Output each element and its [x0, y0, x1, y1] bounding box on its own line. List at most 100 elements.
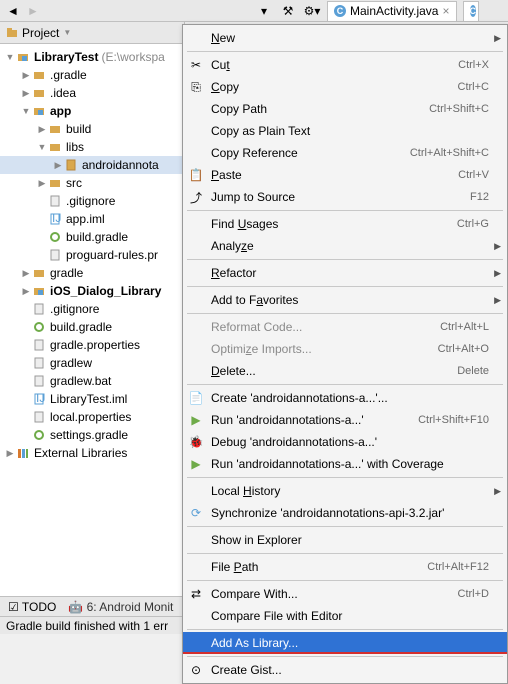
tree-item[interactable]: ▶build: [0, 120, 184, 138]
menu-reformat[interactable]: Reformat Code...Ctrl+Alt+L: [183, 316, 507, 338]
class-icon: C: [334, 5, 346, 17]
iml-icon: IJ: [32, 392, 46, 406]
menu-add-as-library[interactable]: Add As Library...: [183, 632, 507, 654]
folder-icon: [32, 266, 46, 280]
tree-label: libs: [66, 140, 84, 154]
editor-tab-label: MainActivity.java: [350, 4, 438, 18]
module-icon: [16, 50, 30, 64]
expand-icon[interactable]: ▼: [36, 141, 48, 153]
menu-file-path[interactable]: File PathCtrl+Alt+F12: [183, 556, 507, 578]
tree-item[interactable]: local.properties: [0, 408, 184, 426]
menu-copy-path[interactable]: Copy PathCtrl+Shift+C: [183, 98, 507, 120]
menu-separator: [187, 477, 503, 478]
tree-item[interactable]: gradlew.bat: [0, 372, 184, 390]
tree-item-ios[interactable]: ▶ iOS_Dialog_Library: [0, 282, 184, 300]
shortcut-label: F12: [470, 191, 489, 203]
menu-find-usages[interactable]: Find UsagesCtrl+G: [183, 213, 507, 235]
tree-label: .gitignore: [66, 194, 115, 208]
menu-copy-reference[interactable]: Copy ReferenceCtrl+Alt+Shift+C: [183, 142, 507, 164]
tree-label: androidannota: [82, 158, 159, 172]
svg-text:IJ: IJ: [52, 213, 61, 225]
expand-icon[interactable]: ▶: [36, 177, 48, 189]
close-icon[interactable]: ×: [442, 4, 449, 18]
menu-jump-source[interactable]: ⤴Jump to SourceF12: [183, 186, 507, 208]
menu-synchronize[interactable]: ⟳Synchronize 'androidannotations-api-3.2…: [183, 502, 507, 524]
menu-create[interactable]: 📄Create 'androidannotations-a...'...: [183, 387, 507, 409]
gear-icon[interactable]: ⚙▾: [303, 2, 321, 20]
tree-item[interactable]: ▶.gradle: [0, 66, 184, 84]
tree-item[interactable]: IJ LibraryTest.iml: [0, 390, 184, 408]
context-menu: New▶ ✂CutCtrl+X ⎘CopyCtrl+C Copy PathCtr…: [182, 24, 508, 684]
copy-icon: ⎘: [187, 78, 205, 96]
menu-new[interactable]: New▶: [183, 27, 507, 49]
menu-separator: [187, 553, 503, 554]
editor-tab-mainactivity[interactable]: C MainActivity.java ×: [327, 1, 457, 21]
panel-header[interactable]: Project ▼: [0, 22, 184, 44]
dropdown-icon[interactable]: ▼: [63, 28, 71, 37]
expand-icon[interactable]: ▶: [52, 159, 64, 171]
android-monitor-tab[interactable]: 🤖 6: Android Monit: [68, 600, 173, 614]
expand-icon[interactable]: ▶: [36, 123, 48, 135]
file-icon: [48, 248, 62, 262]
forward-button[interactable]: ►: [24, 2, 42, 20]
expand-icon[interactable]: ▶: [20, 285, 32, 297]
tree-item[interactable]: settings.gradle: [0, 426, 184, 444]
tree-label: .idea: [50, 86, 76, 100]
menu-debug[interactable]: 🐞Debug 'androidannotations-a...': [183, 431, 507, 453]
tree-item[interactable]: ▶ .idea: [0, 84, 184, 102]
tree-item[interactable]: proguard-rules.pr: [0, 246, 184, 264]
back-button[interactable]: ◄: [4, 2, 22, 20]
editor-tab-other[interactable]: C: [463, 1, 479, 21]
menu-separator: [187, 259, 503, 260]
expand-icon[interactable]: ▶: [20, 87, 32, 99]
expand-icon[interactable]: ▶: [4, 447, 16, 459]
tree-item[interactable]: gradle.properties: [0, 336, 184, 354]
tree-item[interactable]: .gitignore: [0, 300, 184, 318]
expand-icon[interactable]: ▼: [20, 105, 32, 117]
menu-paste[interactable]: 📋PasteCtrl+V: [183, 164, 507, 186]
expand-icon[interactable]: ▼: [4, 51, 16, 63]
menu-create-gist[interactable]: ⊙Create Gist...: [183, 659, 507, 681]
tree-label: gradle: [50, 266, 83, 280]
menu-compare-editor[interactable]: Compare File with Editor: [183, 605, 507, 627]
tree-item[interactable]: .gitignore: [0, 192, 184, 210]
tree-label: iOS_Dialog_Library: [50, 284, 161, 298]
tree-item-app[interactable]: ▼app: [0, 102, 184, 120]
tree-label: External Libraries: [34, 446, 127, 460]
menu-copy[interactable]: ⎘CopyCtrl+C: [183, 76, 507, 98]
tree-item[interactable]: gradlew: [0, 354, 184, 372]
menu-run[interactable]: ▶Run 'androidannotations-a...'Ctrl+Shift…: [183, 409, 507, 431]
tree-root[interactable]: ▼ LibraryTest (E:\workspa: [0, 48, 184, 66]
hammer-icon[interactable]: ⚒: [279, 2, 297, 20]
menu-cut[interactable]: ✂CutCtrl+X: [183, 54, 507, 76]
tree-item-selected[interactable]: ▶ androidannota: [0, 156, 184, 174]
menu-copy-plain[interactable]: Copy as Plain Text: [183, 120, 507, 142]
menu-local-history[interactable]: Local History▶: [183, 480, 507, 502]
menu-analyze[interactable]: Analyze▶: [183, 235, 507, 257]
tree-label: LibraryTest: [34, 50, 98, 64]
gradle-icon: [32, 428, 46, 442]
tree-item[interactable]: ▶ gradle: [0, 264, 184, 282]
tree-external[interactable]: ▶ External Libraries: [0, 444, 184, 462]
toolbar-icon[interactable]: ▾: [255, 2, 273, 20]
todo-tab[interactable]: ☑ TODO: [8, 600, 56, 614]
tree-item[interactable]: build.gradle: [0, 318, 184, 336]
tree-label: LibraryTest.iml: [50, 392, 127, 406]
menu-refactor[interactable]: Refactor▶: [183, 262, 507, 284]
folder-icon: [32, 68, 46, 82]
menu-coverage[interactable]: ▶Run 'androidannotations-a...' with Cove…: [183, 453, 507, 475]
tree-item[interactable]: build.gradle: [0, 228, 184, 246]
menu-favorites[interactable]: Add to Favorites▶: [183, 289, 507, 311]
tree-item[interactable]: IJapp.iml: [0, 210, 184, 228]
tree-item[interactable]: ▶src: [0, 174, 184, 192]
menu-compare-with[interactable]: ⇄Compare With...Ctrl+D: [183, 583, 507, 605]
tree-label: proguard-rules.pr: [66, 248, 158, 262]
expand-icon[interactable]: ▶: [20, 267, 32, 279]
menu-show-explorer[interactable]: Show in Explorer: [183, 529, 507, 551]
menu-optimize[interactable]: Optimize Imports...Ctrl+Alt+O: [183, 338, 507, 360]
gist-icon: ⊙: [187, 661, 205, 679]
submenu-arrow-icon: ▶: [494, 268, 501, 279]
expand-icon[interactable]: ▶: [20, 69, 32, 81]
tree-item-libs[interactable]: ▼ libs: [0, 138, 184, 156]
menu-delete[interactable]: Delete...Delete: [183, 360, 507, 382]
